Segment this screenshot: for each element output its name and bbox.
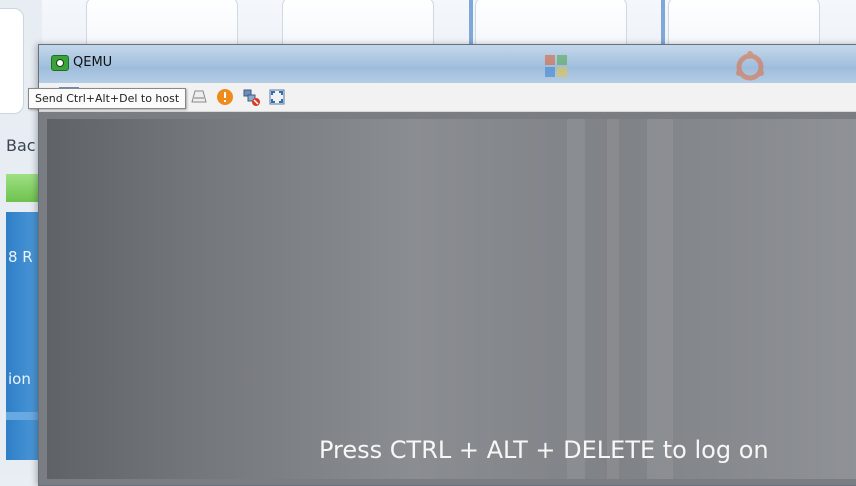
background-text-ion: ion (8, 370, 31, 388)
warning-button[interactable] (215, 87, 235, 107)
title-bar[interactable]: QEMU (39, 45, 856, 83)
background-stripe (6, 412, 42, 420)
window-title: QEMU (73, 55, 113, 70)
ubuntu-logo-icon (736, 51, 764, 81)
background-text-bac: Bac (6, 136, 36, 155)
vm-display[interactable]: Press CTRL + ALT + DELETE to log on (47, 119, 856, 479)
qemu-app-icon (51, 55, 69, 71)
fullscreen-icon (269, 89, 285, 105)
background-left-card (0, 8, 24, 114)
background-left-panel: Bac 8 R ion (0, 0, 42, 474)
background-light-streak (567, 119, 585, 479)
keyboard-icon (191, 90, 207, 103)
background-blue-panel: 8 R ion (6, 212, 42, 460)
background-text-8r: 8 R (8, 248, 33, 266)
warning-icon (217, 89, 233, 105)
tooltip: Send Ctrl+Alt+Del to host (28, 88, 187, 109)
qemu-window: QEMU Press CTRL + ALT + DELETE to log on (38, 44, 856, 486)
fullscreen-button[interactable] (267, 87, 287, 107)
background-light-streak (607, 119, 619, 479)
background-progress (6, 174, 42, 202)
background-light-streak (647, 119, 673, 479)
disconnect-button[interactable] (241, 87, 261, 107)
windows-flag-icon (545, 55, 567, 77)
login-prompt: Press CTRL + ALT + DELETE to log on (319, 436, 769, 464)
keyboard-button[interactable] (189, 87, 209, 107)
disconnect-icon (243, 89, 260, 106)
